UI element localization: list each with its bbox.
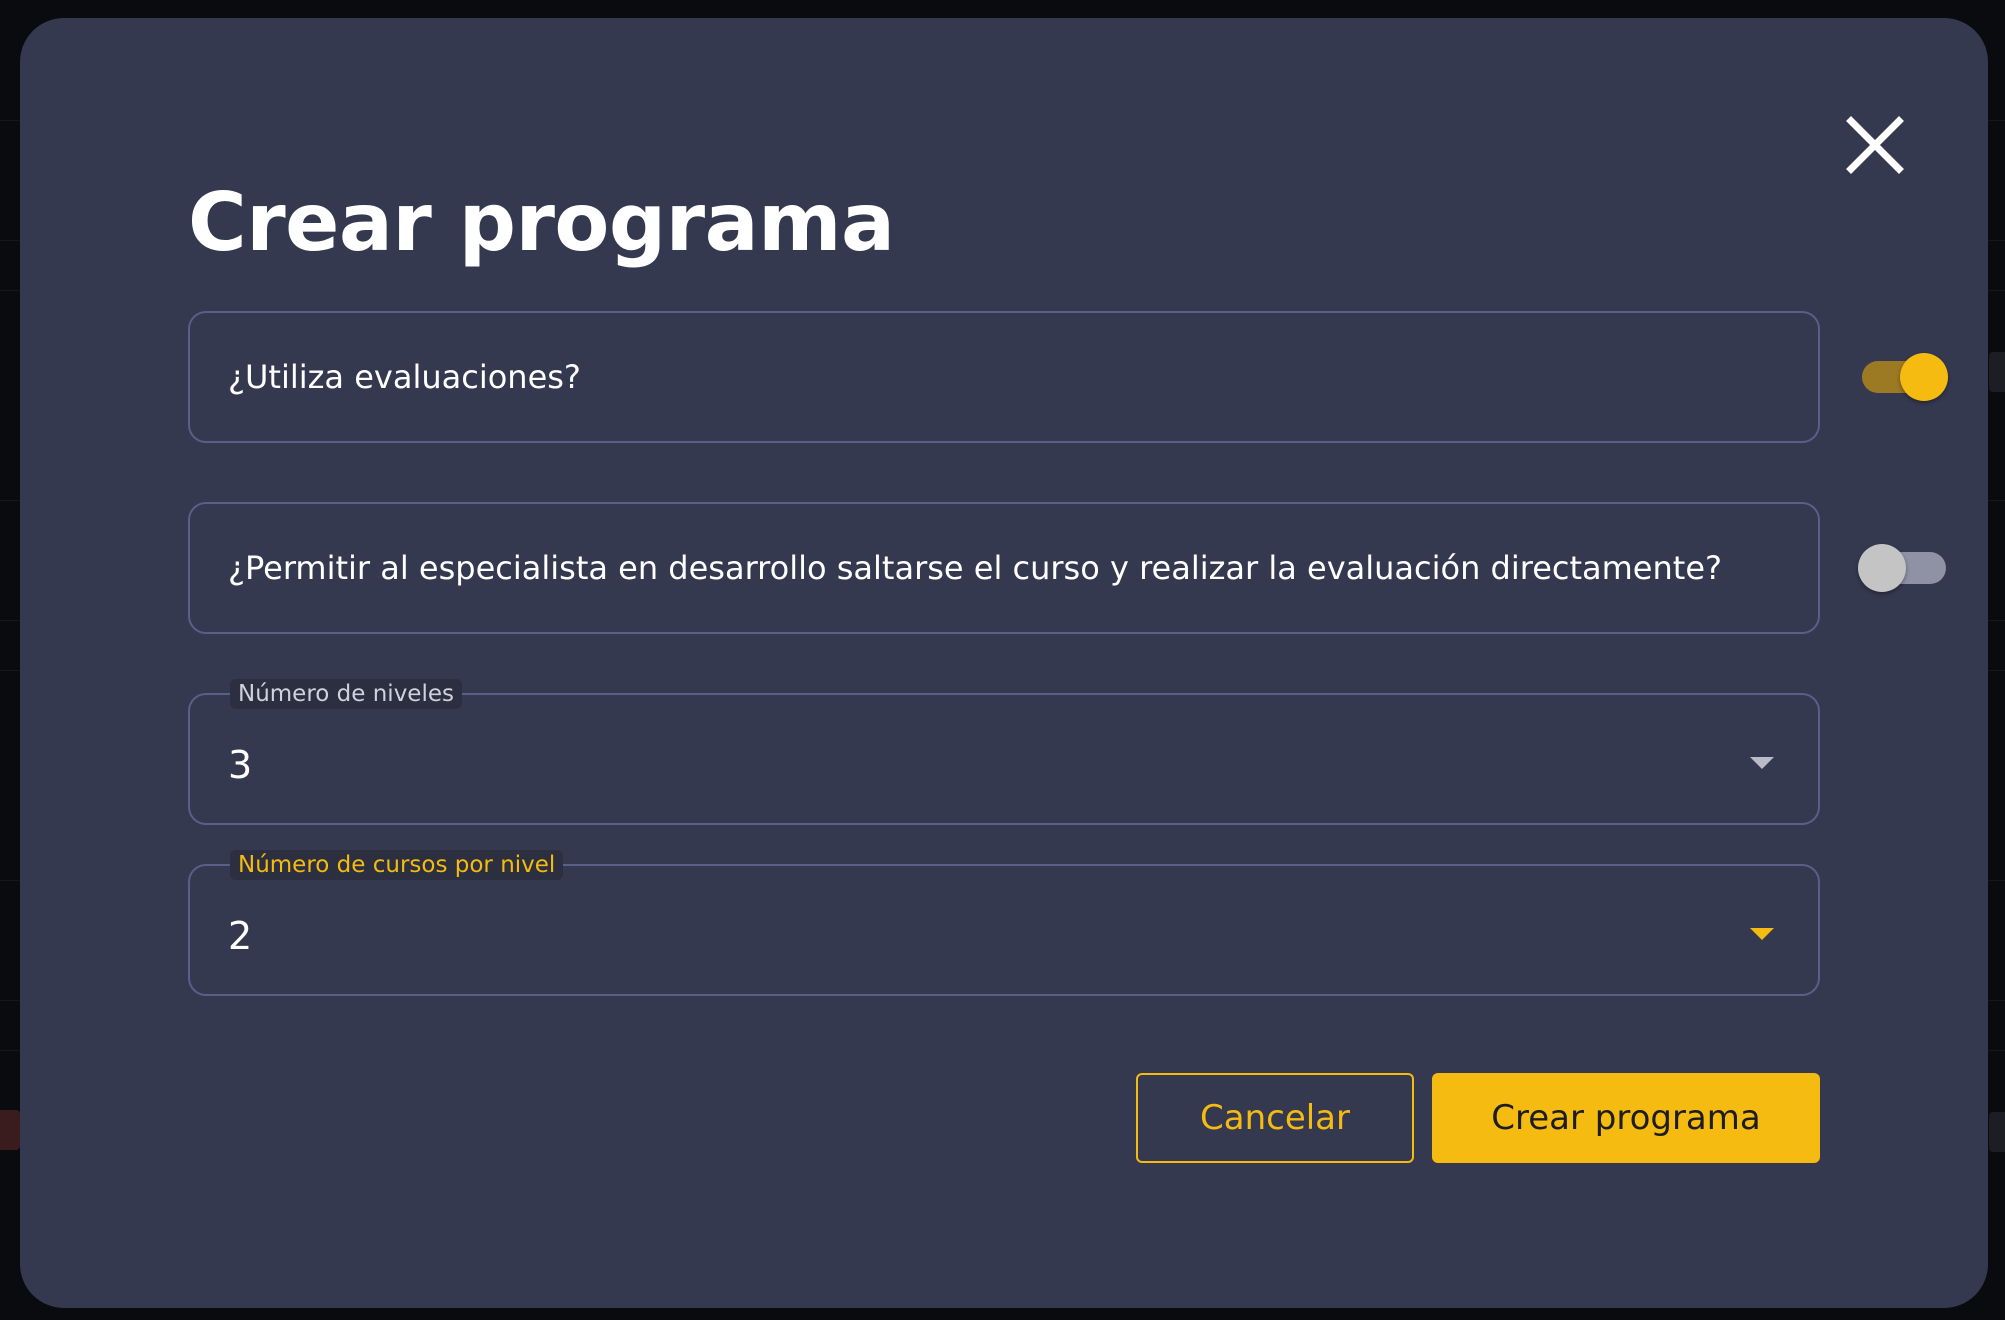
chevron-down-icon (1750, 928, 1774, 940)
chevron-down-icon (1750, 757, 1774, 769)
toggle-thumb (1900, 353, 1948, 401)
close-icon (1846, 116, 1904, 174)
close-button[interactable] (1840, 110, 1910, 180)
create-program-dialog: Crear programa ¿Utiliza evaluaciones? ¿P… (20, 18, 1988, 1308)
use-evaluations-label: ¿Utiliza evaluaciones? (228, 358, 581, 396)
levels-select-label: Número de niveles (230, 679, 462, 709)
courses-per-level-select-label: Número de cursos por nivel (230, 850, 564, 880)
cancel-button[interactable]: Cancelar (1136, 1073, 1414, 1163)
background-chip (1989, 1112, 2005, 1152)
allow-skip-course-label: ¿Permitir al especialista en desarrollo … (228, 549, 1722, 587)
toggle-thumb (1858, 544, 1906, 592)
levels-select-value: 3 (228, 743, 253, 787)
use-evaluations-toggle[interactable] (1858, 343, 1948, 407)
use-evaluations-card: ¿Utiliza evaluaciones? (188, 311, 1948, 443)
courses-per-level-select-value: 2 (228, 914, 253, 958)
levels-select[interactable]: Número de niveles 3 (188, 679, 1820, 825)
courses-per-level-select[interactable]: Número de cursos por nivel 2 (188, 850, 1820, 996)
dialog-title: Crear programa (188, 176, 895, 269)
background-chip (1989, 352, 2005, 392)
allow-skip-course-card: ¿Permitir al especialista en desarrollo … (188, 502, 1946, 634)
allow-skip-course-toggle[interactable] (1858, 534, 1948, 598)
create-program-button[interactable]: Crear programa (1432, 1073, 1820, 1163)
background-status-chip (0, 1110, 20, 1150)
